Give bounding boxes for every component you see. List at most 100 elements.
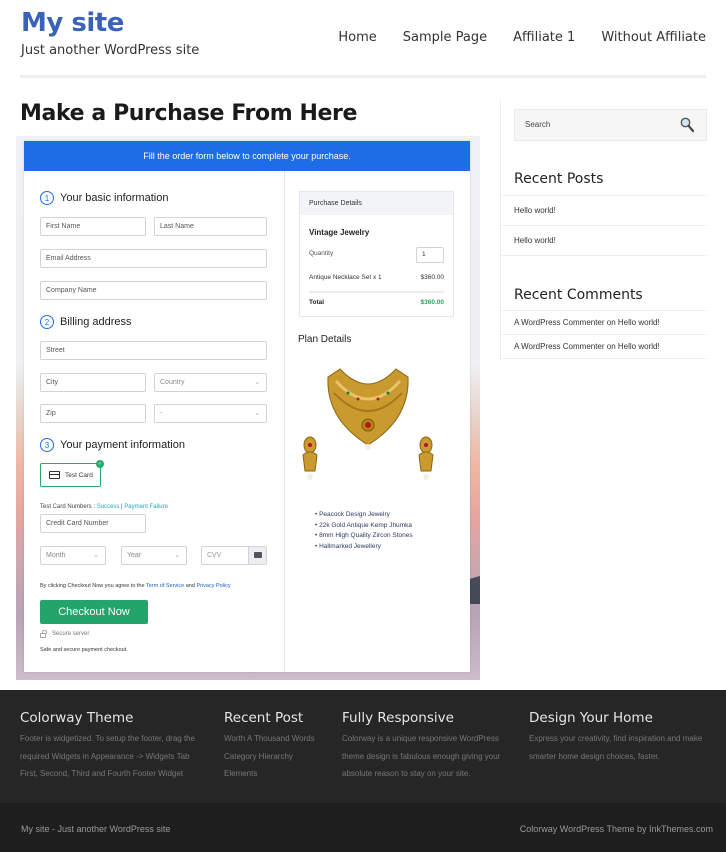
secure-server-label: Secure server	[52, 631, 90, 637]
checkout-card: Fill the order form below to complete yo…	[24, 141, 470, 672]
chevron-down-icon: ⌄	[174, 552, 180, 559]
search-icon[interactable]	[680, 117, 694, 133]
test-card-numbers: Test Card Numbers : Success | Payment Fa…	[40, 504, 168, 510]
main-nav: Home Sample Page Affiliate 1 Without Aff…	[312, 30, 706, 45]
section-title: Billing address	[60, 316, 132, 328]
quantity-label: Quantity	[309, 250, 334, 257]
checkout-form-image: Fill the order form below to complete yo…	[16, 136, 480, 680]
footer-col-title: Design Your Home	[529, 710, 653, 726]
quantity-input[interactable]: 1	[416, 247, 444, 263]
footer-theme-credit[interactable]: Colorway WordPress Theme by InkThemes.co…	[520, 824, 713, 834]
footer-col-responsive: Fully Responsive Colorway is a unique re…	[342, 710, 500, 783]
company-field[interactable]: Company Name	[40, 281, 267, 300]
footer-col-title: Colorway Theme	[20, 710, 134, 726]
zip-field[interactable]: Zip	[40, 404, 146, 423]
footer-widgets: Colorway Theme Footer is widgetized. To …	[0, 690, 726, 803]
nav-item-sample-page[interactable]: Sample Page	[403, 30, 487, 45]
footer-col-title: Recent Post	[224, 710, 304, 726]
month-select-value: Month	[46, 552, 66, 559]
search-input[interactable]: Search	[514, 109, 707, 141]
necklace-image	[302, 368, 434, 480]
footer-text: Footer is widgetized. To setup the foote…	[20, 734, 196, 743]
state-select[interactable]: - ⌄	[154, 404, 267, 423]
line-item-name: Antique Necklace Set x 1	[309, 274, 382, 281]
purchase-details: Purchase Details Vintage Jewelry Quantit…	[299, 191, 454, 317]
plan-feature: Peacock Design Jewelry	[315, 510, 413, 521]
payment-method-test-card[interactable]: Test Card ✓	[40, 460, 104, 487]
test-card-label: Test Card Numbers :	[40, 504, 97, 510]
recent-post-link[interactable]: Hello world!	[501, 225, 707, 255]
credit-card-icon	[49, 471, 60, 479]
page-title: Make a Purchase From Here	[20, 101, 357, 126]
nav-item-affiliate-1[interactable]: Affiliate 1	[513, 30, 575, 45]
street-field[interactable]: Street	[40, 341, 267, 360]
search-placeholder: Search	[525, 120, 551, 129]
section-title: Your payment information	[60, 439, 185, 451]
site-tagline: Just another WordPress site	[21, 43, 200, 58]
country-select[interactable]: Country ⌄	[154, 373, 267, 392]
footer-post-link[interactable]: Category Hierarchy	[224, 748, 315, 766]
year-select[interactable]: Year ⌄	[121, 546, 187, 565]
plan-feature: 8mm High Quality Zircon Stones	[315, 531, 413, 542]
first-name-field[interactable]: First Name	[40, 217, 146, 236]
plan-features: Peacock Design Jewelry 22k Gold Antique …	[315, 510, 413, 553]
site-title[interactable]: My site	[21, 8, 124, 38]
recent-comments-title: Recent Comments	[514, 287, 643, 303]
footer-col-colorway: Colorway Theme Footer is widgetized. To …	[20, 710, 195, 783]
footer-post-link[interactable]: Elements	[224, 765, 315, 783]
footer-text: theme design is fabulous enough giving y…	[342, 751, 501, 761]
card-number-field[interactable]: Credit Card Number	[40, 514, 146, 533]
footer-post-link[interactable]: Worth A Thousand Words	[224, 730, 315, 748]
payment-method-label: Test Card	[65, 471, 93, 479]
footer-text: Express your creativity, find inspiratio…	[529, 734, 703, 743]
footer-text: absolute reason to stay on your site.	[342, 769, 471, 778]
checkout-now-button[interactable]: Checkout Now	[40, 600, 148, 624]
chevron-down-icon: ⌄	[93, 552, 99, 559]
footer-text: Colorway is a unique responsive WordPres…	[342, 734, 499, 743]
nav-item-home[interactable]: Home	[338, 30, 376, 45]
step-number: 1	[40, 191, 54, 205]
cvv-field[interactable]: CVV	[201, 546, 267, 565]
footer-col-design-home: Design Your Home Express your creativity…	[529, 710, 702, 765]
recent-comment-link[interactable]: A WordPress Commenter on Hello world!	[501, 334, 707, 359]
chevron-down-icon: ⌄	[254, 410, 260, 417]
nav-item-without-affiliate[interactable]: Without Affiliate	[601, 30, 706, 45]
line-item-price: $360.00	[420, 274, 445, 281]
success-link[interactable]: Success	[97, 504, 120, 510]
purchase-details-heading: Purchase Details	[300, 192, 453, 215]
agree-prefix: By clicking Checkout Now you agree to th…	[40, 583, 146, 589]
total-amount: $360.00	[420, 299, 445, 306]
sidebar: Search Recent Posts Hello world! Hello w…	[500, 100, 707, 360]
payment-failure-link[interactable]: Payment Failure	[124, 504, 168, 510]
section-payment: 3 Your payment information	[40, 438, 185, 452]
email-field[interactable]: Email Address	[40, 249, 267, 268]
footer-col-recent-post: Recent Post Worth A Thousand Words Categ…	[224, 710, 315, 783]
terms-link[interactable]: Term of Service	[146, 583, 184, 589]
section-billing: 2 Billing address	[40, 315, 132, 329]
terms-agreement: By clicking Checkout Now you agree to th…	[40, 583, 231, 589]
city-field[interactable]: City	[40, 373, 146, 392]
product-name: Vintage Jewelry	[309, 228, 370, 237]
privacy-link[interactable]: Privacy Policy	[196, 583, 230, 589]
recent-post-link[interactable]: Hello world!	[501, 195, 707, 225]
total-row: Total $360.00	[309, 299, 444, 306]
country-select-value: Country	[160, 379, 185, 386]
footer-col-title: Fully Responsive	[342, 710, 454, 726]
month-select[interactable]: Month ⌄	[40, 546, 106, 565]
footer-text: First, Second, Third and Fourth Footer W…	[20, 769, 184, 778]
order-form: 1 Your basic information First Name Last…	[24, 171, 285, 672]
line-item: Antique Necklace Set x 1 $360.00	[309, 274, 444, 281]
chevron-down-icon: ⌄	[254, 379, 260, 386]
footer-site-credit[interactable]: My site - Just another WordPress site	[21, 824, 170, 834]
check-icon: ✓	[96, 460, 104, 468]
checkout-banner: Fill the order form below to complete yo…	[24, 141, 470, 171]
total-label: Total	[309, 299, 325, 306]
secure-server: Secure server	[40, 629, 90, 638]
recent-comment-link[interactable]: A WordPress Commenter on Hello world!	[501, 310, 707, 335]
footer-text: required Widgets in Appearance -> Widget…	[20, 751, 190, 761]
footer-text: smarter home design choices, faster.	[529, 751, 660, 761]
step-number: 2	[40, 315, 54, 329]
plan-feature: Hallmarked Jewellery	[315, 542, 413, 553]
cvv-card-icon	[248, 547, 266, 564]
last-name-field[interactable]: Last Name	[154, 217, 267, 236]
